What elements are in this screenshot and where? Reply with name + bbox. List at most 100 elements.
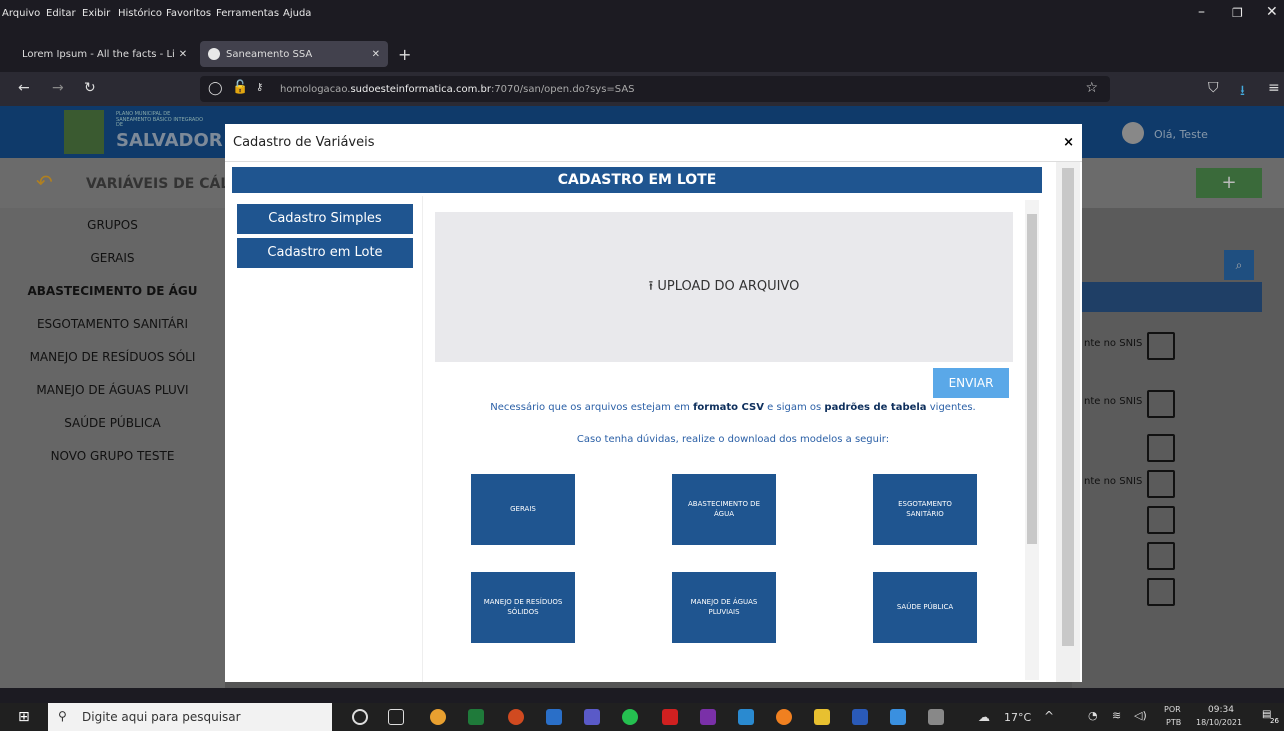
- minimize-icon[interactable]: –: [1198, 4, 1205, 20]
- network-icon[interactable]: ◔: [1088, 709, 1098, 722]
- modal-scrollbar[interactable]: [1056, 162, 1080, 682]
- chevron-up-icon[interactable]: ^: [1044, 709, 1054, 723]
- tab-lorem[interactable]: Lorem Ipsum - All the facts - Li ✕: [14, 41, 198, 67]
- download-esgotamento-button[interactable]: ESGOTAMENTO SANITÁRIO: [873, 474, 977, 545]
- menu-editar[interactable]: Editar: [46, 8, 76, 19]
- back-arrow-icon[interactable]: ↶: [36, 170, 53, 194]
- restore-icon[interactable]: ❐: [1232, 6, 1243, 20]
- cortana-icon[interactable]: [352, 709, 368, 725]
- menu-historico[interactable]: Histórico: [118, 8, 162, 19]
- content-scrollbar[interactable]: [1025, 200, 1039, 680]
- pdf-icon[interactable]: [662, 709, 678, 725]
- download-saude-button[interactable]: SAÚDE PÚBLICA: [873, 572, 977, 643]
- navigation-bar: ← → ↻ ◯ 🔓 ⚷ homologacao. sudoesteinformat…: [0, 72, 1284, 106]
- table-cell: nte no SNIS: [1084, 396, 1143, 407]
- wifi-icon[interactable]: ≋: [1112, 709, 1121, 722]
- menu-favoritos[interactable]: Favoritos: [166, 8, 211, 19]
- add-button[interactable]: +: [1196, 168, 1262, 198]
- edit-icon[interactable]: [1147, 578, 1175, 606]
- user-greeting[interactable]: Olá, Teste: [1154, 128, 1208, 141]
- cadastro-em-lote-button[interactable]: Cadastro em Lote: [237, 238, 413, 268]
- variables-table-area: ⌕ nte no SNIS nte no SNIS nte no SNIS: [1072, 208, 1284, 688]
- edit-icon[interactable]: [1147, 390, 1175, 418]
- windows-start-icon[interactable]: ⊞: [18, 709, 30, 725]
- menu-hamburger-icon[interactable]: ≡: [1268, 80, 1280, 96]
- key-icon: ⚷: [256, 82, 264, 93]
- clock-time[interactable]: 09:34: [1208, 705, 1234, 715]
- note-text: Necessário que os arquivos estejam em: [490, 402, 694, 413]
- taskbar-search[interactable]: ⚲ Digite aqui para pesquisar: [48, 703, 332, 731]
- edit-icon[interactable]: [1147, 470, 1175, 498]
- left-nav-item[interactable]: MANEJO DE ÁGUAS PLUVI: [0, 383, 225, 397]
- browser-menubar: Arquivo Editar Exibir Histórico Favorito…: [0, 0, 1284, 38]
- whatsapp-icon[interactable]: [622, 709, 638, 725]
- pocket-icon[interactable]: ⛉: [1208, 80, 1219, 96]
- app-icon[interactable]: [738, 709, 754, 725]
- avatar-icon[interactable]: [1122, 122, 1144, 144]
- scrollbar-thumb[interactable]: [1062, 168, 1074, 646]
- search-icon[interactable]: ⌕: [1224, 250, 1254, 280]
- left-nav-item[interactable]: SAÚDE PÚBLICA: [0, 416, 225, 430]
- url-prefix: homologacao.: [280, 83, 351, 95]
- volume-icon[interactable]: ◁): [1134, 709, 1147, 722]
- download-gerais-button[interactable]: GERAIS: [471, 474, 575, 545]
- excel-icon[interactable]: [468, 709, 484, 725]
- url-bar[interactable]: ◯ 🔓 ⚷ homologacao. sudoesteinformatica.co…: [200, 76, 1110, 102]
- edit-icon[interactable]: [1147, 506, 1175, 534]
- app-icon[interactable]: [928, 709, 944, 725]
- menu-ajuda[interactable]: Ajuda: [283, 8, 311, 19]
- left-nav-item[interactable]: GRUPOS: [0, 218, 225, 232]
- edit-icon[interactable]: [1147, 542, 1175, 570]
- download-residuos-button[interactable]: MANEJO DE RESÍDUOS SÓLIDOS: [471, 572, 575, 643]
- lang-indicator[interactable]: POR: [1164, 705, 1181, 714]
- back-icon[interactable]: ←: [18, 80, 30, 96]
- menu-exibir[interactable]: Exibir: [82, 8, 110, 19]
- left-nav-item[interactable]: NOVO GRUPO TESTE: [0, 449, 225, 463]
- powerpoint-icon[interactable]: [508, 709, 524, 725]
- upload-dropzone[interactable]: ⭱ UPLOAD DO ARQUIVO: [435, 212, 1013, 362]
- reload-icon[interactable]: ↻: [84, 80, 96, 96]
- firefox-icon[interactable]: [776, 709, 792, 725]
- new-tab-icon[interactable]: +: [390, 41, 419, 67]
- tab-saneamento[interactable]: Saneamento SSA ✕: [200, 41, 388, 67]
- left-nav-item[interactable]: ESGOTAMENTO SANITÁRI: [0, 317, 225, 331]
- weather-icon[interactable]: ☁: [978, 710, 990, 724]
- tab-close-icon[interactable]: ✕: [372, 49, 380, 60]
- clock-date[interactable]: 18/10/2021: [1196, 718, 1242, 727]
- group-list: GRUPOS GERAIS ABASTECIMENTO DE ÁGU ESGOT…: [0, 208, 225, 688]
- edit-icon[interactable]: [1147, 332, 1175, 360]
- menu-ferramentas[interactable]: Ferramentas: [216, 8, 279, 19]
- left-nav-item[interactable]: MANEJO DE RESÍDUOS SÓLI: [0, 350, 225, 364]
- scrollbar-thumb[interactable]: [1027, 214, 1037, 544]
- teams-icon[interactable]: [584, 709, 600, 725]
- left-nav-item[interactable]: GERAIS: [0, 251, 225, 265]
- file-explorer-icon[interactable]: [814, 709, 830, 725]
- enviar-button[interactable]: ENVIAR: [933, 368, 1009, 398]
- close-window-icon[interactable]: ✕: [1266, 4, 1278, 20]
- weather-temp[interactable]: 17°C: [1004, 711, 1031, 724]
- left-nav-item[interactable]: ABASTECIMENTO DE ÁGU: [0, 284, 225, 298]
- modal-close-icon[interactable]: ×: [1063, 135, 1074, 150]
- download-aguas-pluviais-button[interactable]: MANEJO DE ÁGUAS PLUVIAIS: [672, 572, 776, 643]
- section-banner: CADASTRO EM LOTE: [232, 167, 1042, 193]
- tab-close-icon[interactable]: ✕: [179, 49, 187, 60]
- bookmark-star-icon[interactable]: ☆: [1085, 80, 1098, 96]
- download-icon[interactable]: ⭳: [1240, 80, 1245, 104]
- chrome-icon[interactable]: [430, 709, 446, 725]
- note-emphasis: formato CSV: [693, 402, 764, 413]
- lang-sub: PTB: [1166, 718, 1182, 727]
- lock-icon[interactable]: 🔓: [232, 80, 248, 95]
- word-icon[interactable]: [852, 709, 868, 725]
- cadastro-simples-button[interactable]: Cadastro Simples: [237, 204, 413, 234]
- onenote-icon[interactable]: [700, 709, 716, 725]
- edit-icon[interactable]: [1147, 434, 1175, 462]
- shield-icon: ◯: [208, 81, 223, 96]
- modal-side-panel: Cadastro Simples Cadastro em Lote: [232, 196, 422, 682]
- app-icon[interactable]: [890, 709, 906, 725]
- tab-strip: Lorem Ipsum - All the facts - Li ✕ Sanea…: [0, 38, 1284, 70]
- task-view-icon[interactable]: [388, 709, 404, 725]
- download-abastecimento-button[interactable]: ABASTECIMENTO DE ÁGUA: [672, 474, 776, 545]
- app-icon[interactable]: [546, 709, 562, 725]
- menu-arquivo[interactable]: Arquivo: [2, 8, 40, 19]
- forward-icon[interactable]: →: [52, 80, 64, 96]
